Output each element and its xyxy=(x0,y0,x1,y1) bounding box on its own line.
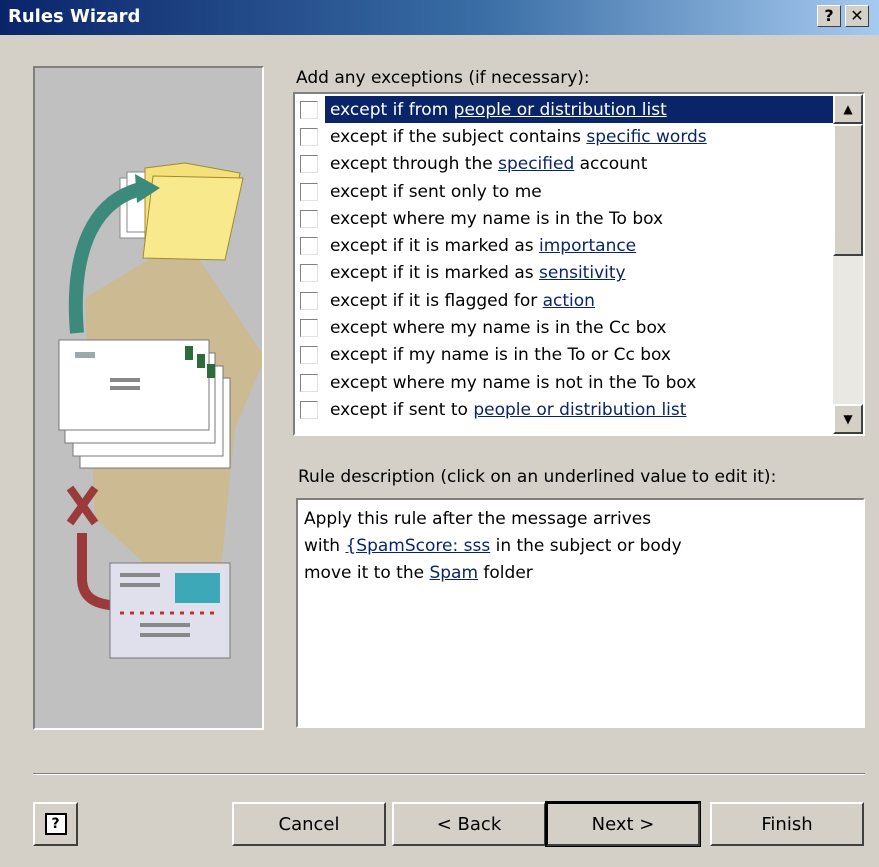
exception-text: except if it is flagged for xyxy=(330,290,543,311)
exception-item[interactable]: except if it is marked as importance xyxy=(295,232,833,259)
description-line-2: with {SpamScore: sss in the subject or b… xyxy=(304,533,857,560)
title-help-button[interactable]: ? xyxy=(817,5,841,27)
exception-item[interactable]: except where my name is in the Cc box xyxy=(295,314,833,341)
scroll-thumb[interactable] xyxy=(833,124,863,256)
help-icon: ? xyxy=(44,813,67,835)
exception-checkbox[interactable] xyxy=(300,264,318,283)
exception-item[interactable]: except if my name is in the To or Cc box xyxy=(295,342,833,369)
exception-text: except if sent to xyxy=(330,399,474,420)
exception-checkbox[interactable] xyxy=(300,237,318,256)
exception-item[interactable]: except if from people or distribution li… xyxy=(295,96,833,124)
exceptions-label: Add any exceptions (if necessary): xyxy=(296,68,590,88)
cancel-button[interactable]: Cancel xyxy=(232,802,386,846)
help-button[interactable]: ? xyxy=(33,802,78,846)
exception-text: except if from xyxy=(330,99,454,120)
exception-item[interactable]: except where my name is not in the To bo… xyxy=(295,369,833,396)
exception-value-link[interactable]: importance xyxy=(539,236,636,256)
rule-description-box[interactable]: Apply this rule after the message arrive… xyxy=(296,498,865,728)
exception-label: except if it is marked as importance xyxy=(330,236,636,256)
exception-value-link[interactable]: people or distribution list xyxy=(473,400,686,420)
exception-text: except if it is marked as xyxy=(330,236,540,257)
exception-text: except if sent only to me xyxy=(330,181,542,202)
exception-text: except if the subject contains xyxy=(330,126,587,147)
exception-checkbox[interactable] xyxy=(300,400,318,419)
exception-label: except where my name is in the Cc box xyxy=(330,318,666,338)
exception-text: except if my name is in the To or Cc box xyxy=(330,345,671,366)
exception-label: except where my name is not in the To bo… xyxy=(330,373,696,393)
exception-item[interactable]: except where my name is in the To box xyxy=(295,205,833,232)
exception-label: except if sent only to me xyxy=(330,182,542,202)
exception-text: except where my name is not in the To bo… xyxy=(330,372,697,393)
exception-checkbox[interactable] xyxy=(300,319,318,338)
exception-value-link[interactable]: specific words xyxy=(586,127,706,147)
exception-label: except if it is flagged for action xyxy=(330,291,595,311)
spam-folder-link[interactable]: Spam xyxy=(429,563,478,583)
exception-checkbox[interactable] xyxy=(300,127,318,146)
description-text: move it to the xyxy=(304,563,430,583)
exception-item[interactable]: except if sent only to me xyxy=(295,178,833,205)
exception-label: except if my name is in the To or Cc box xyxy=(330,345,671,365)
exception-item[interactable]: except through the specified account xyxy=(295,151,833,178)
spamscore-link[interactable]: {SpamScore: sss xyxy=(345,536,490,556)
separator-line xyxy=(33,773,865,775)
next-button[interactable]: Next > xyxy=(545,801,701,847)
description-text: with xyxy=(304,536,346,556)
exceptions-scrollbar[interactable]: ▲ ▼ xyxy=(833,94,863,434)
title-bar[interactable]: Rules Wizard ? ✕ xyxy=(0,0,879,35)
exceptions-list-items: except if from people or distribution li… xyxy=(295,96,833,424)
exception-checkbox[interactable] xyxy=(300,291,318,310)
exception-checkbox[interactable] xyxy=(300,209,318,228)
exception-checkbox[interactable] xyxy=(300,182,318,201)
window-title: Rules Wizard xyxy=(8,6,141,27)
exception-value-link[interactable]: people or distribution list xyxy=(454,100,667,120)
exception-value-link[interactable]: sensitivity xyxy=(539,263,626,283)
description-line-3: move it to the Spam folder xyxy=(304,560,857,587)
exception-checkbox[interactable] xyxy=(300,100,318,119)
exception-checkbox[interactable] xyxy=(300,346,318,365)
red-x-icon xyxy=(66,485,99,526)
exception-text: except where my name is in the Cc box xyxy=(330,318,667,339)
exception-label: except if from people or distribution li… xyxy=(330,99,673,120)
title-close-button[interactable]: ✕ xyxy=(845,5,869,27)
back-button[interactable]: < Back xyxy=(392,802,546,846)
exception-value-link[interactable]: action xyxy=(543,291,595,311)
exceptions-list[interactable]: except if from people or distribution li… xyxy=(293,92,865,436)
exception-value-link[interactable]: specified xyxy=(498,154,574,174)
exception-item[interactable]: except if the subject contains specific … xyxy=(295,123,833,150)
description-text: folder xyxy=(478,563,533,583)
exception-label: except where my name is in the To box xyxy=(330,209,663,229)
exception-checkbox[interactable] xyxy=(300,373,318,392)
description-label: Rule description (click on an underlined… xyxy=(298,467,777,487)
description-line-1: Apply this rule after the message arrive… xyxy=(304,506,857,533)
exception-item[interactable]: except if it is marked as sensitivity xyxy=(295,260,833,287)
envelopes-icon xyxy=(58,339,231,469)
description-text: in the subject or body xyxy=(490,536,682,556)
exception-text: except if it is marked as xyxy=(330,263,540,284)
scroll-down-button[interactable]: ▼ xyxy=(833,404,863,434)
exception-label: except if it is marked as sensitivity xyxy=(330,263,626,283)
exception-label: except if the subject contains specific … xyxy=(330,127,707,147)
exception-item[interactable]: except if sent to people or distribution… xyxy=(295,396,833,423)
exception-text: account xyxy=(574,154,648,175)
finish-button[interactable]: Finish xyxy=(710,802,864,846)
wizard-illustration xyxy=(33,66,264,730)
postcard-icon xyxy=(109,562,231,659)
exception-label: except through the specified account xyxy=(330,154,647,174)
rules-wizard-dialog: Rules Wizard ? ✕ Add any exceptions (if … xyxy=(0,0,879,867)
exception-checkbox[interactable] xyxy=(300,155,318,174)
exception-text: except where my name is in the To box xyxy=(330,208,664,229)
description-text: Apply this rule after the message arrive… xyxy=(304,509,652,529)
scroll-up-button[interactable]: ▲ xyxy=(833,94,863,124)
exception-item[interactable]: except if it is flagged for action xyxy=(295,287,833,314)
exception-text: except through the xyxy=(330,154,499,175)
exception-label: except if sent to people or distribution… xyxy=(330,400,686,420)
